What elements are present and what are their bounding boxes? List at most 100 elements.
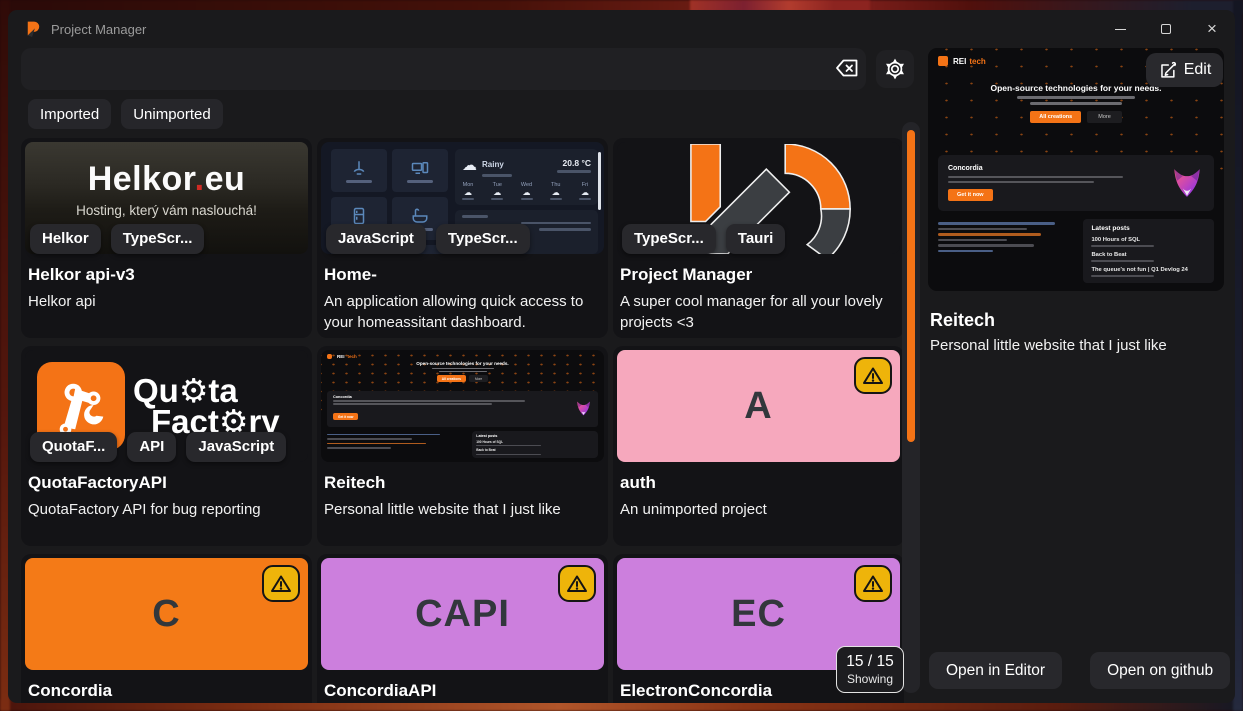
tag-chip[interactable]: JavaScript <box>326 224 426 254</box>
backspace-icon <box>834 56 860 80</box>
project-initial: A <box>744 385 772 428</box>
project-initial: EC <box>731 593 786 636</box>
warning-badge <box>558 565 596 602</box>
warning-icon <box>861 572 885 596</box>
showing-count-badge: 15 / 15 Showing <box>836 646 904 693</box>
open-in-editor-button[interactable]: Open in Editor <box>929 652 1062 689</box>
close-icon: × <box>1207 19 1217 39</box>
pencil-square-icon <box>1158 61 1177 80</box>
lamp-icon <box>350 159 368 177</box>
app-window: Project Manager × Imported Unimported He… <box>8 10 1235 703</box>
project-description: An unimported project <box>620 499 897 520</box>
project-description: An application allowing quick access to … <box>324 291 601 334</box>
helkor-tagline: Hosting, který vám naslouchá! <box>76 203 257 218</box>
settings-button[interactable] <box>876 50 914 88</box>
close-button[interactable]: × <box>1189 10 1235 48</box>
warning-badge <box>854 357 892 394</box>
helkor-logo: Helkor.eu <box>88 160 246 199</box>
fox-logo <box>1170 166 1204 200</box>
minimize-icon <box>1115 29 1126 30</box>
cloud-icon: ☁ <box>523 189 531 197</box>
project-initial: CAPI <box>415 593 510 636</box>
selected-project-title: Reitech <box>930 310 995 331</box>
titlebar: Project Manager × <box>8 10 1235 48</box>
filter-imported[interactable]: Imported <box>28 99 111 129</box>
project-thumbnail: CAPI <box>321 558 604 670</box>
tag-chip[interactable]: TypeScr... <box>111 224 205 254</box>
cloud-icon: ☁ <box>552 189 560 197</box>
warning-badge <box>262 565 300 602</box>
scrollbar-thumb[interactable] <box>907 130 915 442</box>
cloud-icon: ☁ <box>493 189 501 197</box>
filter-bar: Imported Unimported <box>28 99 223 129</box>
robot-arm-icon <box>50 375 112 437</box>
project-title: Project Manager <box>620 265 897 285</box>
reitech-website-preview: REItech Open-source technologies for you… <box>321 350 604 462</box>
gear-icon <box>883 57 907 81</box>
fox-logo <box>575 400 592 417</box>
warning-icon <box>861 364 885 388</box>
project-card-home[interactable]: ☁ Rainy 20.8 °C Mon☁ <box>317 138 608 338</box>
project-card-project-manager[interactable]: TypeScr... Tauri Project Manager A super… <box>613 138 904 338</box>
project-thumbnail: REItech Open-source technologies for you… <box>321 350 604 462</box>
clear-search-button[interactable] <box>834 56 860 82</box>
project-thumbnail: C <box>25 558 308 670</box>
bathtub-icon <box>411 207 429 225</box>
project-card-concordiaapi[interactable]: CAPI ConcordiaAPI <box>317 554 608 703</box>
weather-widget: ☁ Rainy 20.8 °C Mon☁ <box>455 149 598 205</box>
project-card-auth[interactable]: A auth An unimported project <box>613 346 904 546</box>
cloud-icon: ☁ <box>464 189 472 197</box>
project-description: Personal little website that I just like <box>324 499 601 520</box>
project-card-quotafactoryapi[interactable]: Qu⚙ta Fact⚙ry QuotaF... API JavaScript Q… <box>21 346 312 546</box>
project-initial: C <box>152 593 180 636</box>
cloud-icon: ☁ <box>462 158 477 173</box>
selected-project-description: Personal little website that I just like <box>930 337 1230 354</box>
project-title: Home- <box>324 265 601 285</box>
project-description: A super cool manager for all your lovely… <box>620 291 897 334</box>
project-description: Helkor api <box>28 291 305 312</box>
monitors-icon <box>411 159 429 177</box>
app-logo-icon <box>23 20 42 39</box>
open-on-github-button[interactable]: Open on github <box>1090 652 1230 689</box>
tag-chip[interactable]: API <box>127 432 176 462</box>
maximize-icon <box>1161 24 1171 34</box>
quotafactory-wordmark: Qu⚙ta Fact⚙ry <box>133 375 280 438</box>
project-card-reitech[interactable]: REItech Open-source technologies for you… <box>317 346 608 546</box>
tag-chip[interactable]: TypeScr... <box>436 224 530 254</box>
weather-temperature: 20.8 °C <box>557 158 591 173</box>
mini-scrollbar <box>598 152 601 210</box>
project-card-concordia[interactable]: C Concordia <box>21 554 312 703</box>
search-input[interactable] <box>21 48 866 90</box>
cloud-icon: ☁ <box>581 189 589 197</box>
edit-button[interactable]: Edit <box>1146 53 1223 87</box>
tag-chip[interactable]: QuotaF... <box>30 432 117 462</box>
warning-icon <box>565 572 589 596</box>
project-title: auth <box>620 473 897 493</box>
reitech-logo-icon <box>327 354 332 359</box>
project-title: Concordia <box>28 681 305 701</box>
showing-count: 15 / 15 <box>846 653 893 671</box>
project-title: ConcordiaAPI <box>324 681 601 701</box>
project-title: QuotaFactoryAPI <box>28 473 305 493</box>
project-grid: Helkor.eu Hosting, který vám naslouchá! … <box>21 138 905 703</box>
warning-badge <box>854 565 892 602</box>
filter-unimported[interactable]: Unimported <box>121 99 223 129</box>
project-title: Reitech <box>324 473 601 493</box>
minimize-button[interactable] <box>1097 10 1143 48</box>
showing-label: Showing <box>847 672 893 686</box>
project-card-helkor-api-v3[interactable]: Helkor.eu Hosting, který vám naslouchá! … <box>21 138 312 338</box>
project-title: Helkor api-v3 <box>28 265 305 285</box>
weather-condition: Rainy <box>482 160 504 169</box>
reitech-logo-icon <box>938 56 948 66</box>
window-title: Project Manager <box>51 22 146 37</box>
warning-icon <box>269 572 293 596</box>
fridge-icon <box>350 207 368 225</box>
project-thumbnail: A <box>617 350 900 462</box>
tag-chip[interactable]: Tauri <box>726 224 786 254</box>
panel-actions: Open in Editor Open on github <box>929 652 1230 689</box>
project-description: QuotaFactory API for bug reporting <box>28 499 305 520</box>
tag-chip[interactable]: TypeScr... <box>622 224 716 254</box>
tag-chip[interactable]: Helkor <box>30 224 101 254</box>
maximize-button[interactable] <box>1143 10 1189 48</box>
tag-chip[interactable]: JavaScript <box>186 432 286 462</box>
